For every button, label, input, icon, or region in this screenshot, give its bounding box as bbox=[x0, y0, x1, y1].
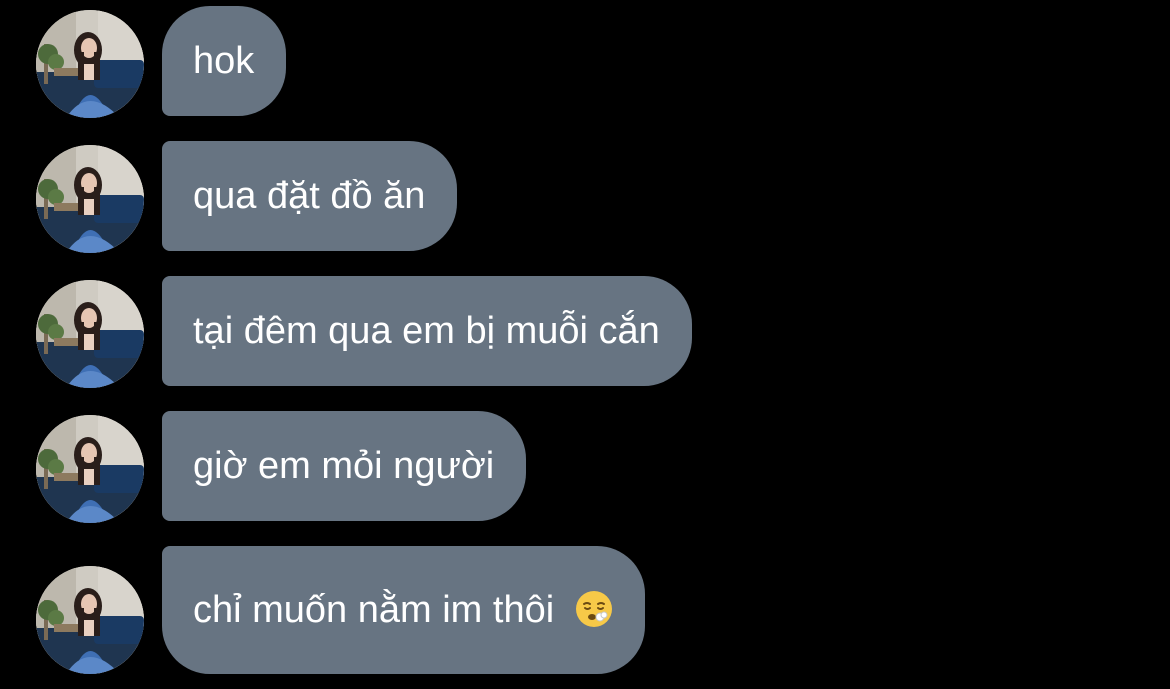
message-bubble[interactable]: chỉ muốn nằm im thôi bbox=[162, 546, 645, 674]
message-row: tại đêm qua em bị muỗi cắn bbox=[0, 276, 1170, 388]
avatar[interactable] bbox=[36, 280, 144, 388]
message-row: chỉ muốn nằm im thôi bbox=[0, 546, 1170, 674]
message-text: chỉ muốn nằm im thôi bbox=[193, 589, 555, 631]
message-bubble[interactable]: giờ em mỏi người bbox=[162, 411, 527, 521]
message-row: hok bbox=[0, 6, 1170, 118]
message-row: qua đặt đồ ăn bbox=[0, 141, 1170, 253]
tired-face-emoji-icon bbox=[575, 591, 612, 627]
message-text: giờ em mỏi người bbox=[193, 445, 495, 487]
message-bubble[interactable]: qua đặt đồ ăn bbox=[162, 141, 458, 251]
message-text: hok bbox=[193, 40, 255, 82]
avatar[interactable] bbox=[36, 415, 144, 523]
message-bubble[interactable]: tại đêm qua em bị muỗi cắn bbox=[162, 276, 692, 386]
message-text: qua đặt đồ ăn bbox=[193, 175, 426, 217]
avatar[interactable] bbox=[36, 566, 144, 674]
message-text: tại đêm qua em bị muỗi cắn bbox=[193, 310, 660, 352]
avatar[interactable] bbox=[36, 145, 144, 253]
message-row: giờ em mỏi người bbox=[0, 411, 1170, 523]
message-bubble[interactable]: hok bbox=[162, 6, 287, 116]
avatar[interactable] bbox=[36, 10, 144, 118]
